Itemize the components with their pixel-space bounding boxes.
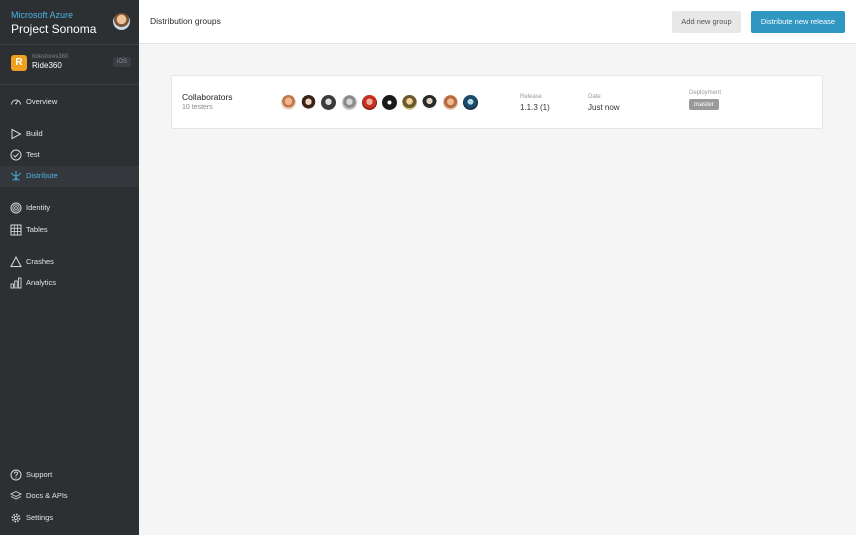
app-badge: R (11, 55, 27, 71)
project-name: Project Sonoma (11, 22, 97, 36)
help-icon (10, 469, 22, 481)
nav-label: Support (26, 470, 53, 479)
nav-docs[interactable]: Docs & APIs (0, 486, 139, 507)
nav-crashes[interactable]: Crashes (0, 252, 139, 273)
avatar[interactable] (443, 95, 458, 110)
check-circle-icon (10, 149, 22, 161)
page-title: Distribution groups (150, 16, 221, 26)
fingerprint-icon (10, 202, 22, 214)
release-label: Release (520, 94, 543, 100)
org-name: Microsoft Azure (11, 10, 74, 20)
avatar[interactable] (362, 95, 377, 110)
nav-label: Docs & APIs (26, 491, 68, 500)
add-group-button[interactable]: Add new group (672, 11, 741, 33)
table-icon (10, 224, 22, 236)
avatar[interactable] (301, 95, 316, 110)
nav-label: Distribute (26, 171, 58, 180)
nav-tables[interactable]: Tables (0, 220, 139, 241)
nav-distribute[interactable]: Distribute (0, 166, 139, 187)
nav-label: Identity (26, 203, 51, 212)
avatar[interactable] (281, 95, 296, 110)
page-header: Distribution groups Add new group Distri… (139, 0, 856, 44)
app-name: Ride360 (32, 61, 62, 70)
gear-icon (11, 513, 21, 523)
play-icon (11, 128, 22, 140)
bar-chart-icon (10, 277, 22, 289)
divider (0, 84, 139, 85)
release-value: 1.1.3 (1) (520, 103, 550, 112)
warning-icon (10, 256, 22, 267)
nav-label: Settings (26, 513, 54, 522)
date-label: Date (588, 94, 601, 100)
avatar[interactable] (382, 95, 397, 110)
nav-label: Overview (26, 97, 58, 106)
nav-support[interactable]: Support (0, 465, 139, 486)
deployment-badge: master (689, 99, 719, 110)
avatar[interactable] (402, 95, 417, 110)
layers-icon (10, 490, 22, 500)
distribute-release-button[interactable]: Distribute new release (751, 11, 845, 33)
app-selector[interactable]: R ridestores360 Ride360 iOS (11, 54, 131, 74)
nav-test[interactable]: Test (0, 145, 139, 166)
avatar[interactable] (463, 95, 478, 110)
os-tag: iOS (112, 57, 131, 67)
nav-identity[interactable]: Identity (0, 198, 139, 219)
tester-count: 10 testers (182, 104, 213, 111)
brand[interactable]: Microsoft Azure Project Sonoma (11, 10, 96, 36)
gauge-icon (11, 99, 21, 105)
sidebar: Microsoft Azure Project Sonoma R ridesto… (0, 0, 139, 535)
nav-settings[interactable]: Settings (0, 508, 139, 529)
nav-build[interactable]: Build (0, 124, 139, 145)
divider (0, 44, 139, 45)
nav-label: Crashes (26, 257, 54, 266)
nav-label: Tables (26, 225, 48, 234)
nav-label: Test (26, 150, 40, 159)
date-value: Just now (588, 103, 620, 112)
avatar[interactable] (342, 95, 357, 110)
user-avatar[interactable] (113, 13, 130, 30)
group-name: Collaborators (182, 92, 233, 102)
app-owner: ridestores360 (32, 54, 69, 60)
distribute-icon (11, 171, 21, 181)
nav-overview[interactable]: Overview (0, 92, 139, 113)
avatar[interactable] (422, 95, 437, 110)
deployment-label: Deployment (689, 90, 722, 96)
nav-label: Analytics (26, 278, 57, 287)
nav-analytics[interactable]: Analytics (0, 273, 139, 294)
nav-label: Build (26, 129, 43, 138)
distribution-group-card[interactable]: Collaborators 10 testers Release 1.1.3 (… (171, 75, 823, 129)
avatar[interactable] (321, 95, 336, 110)
